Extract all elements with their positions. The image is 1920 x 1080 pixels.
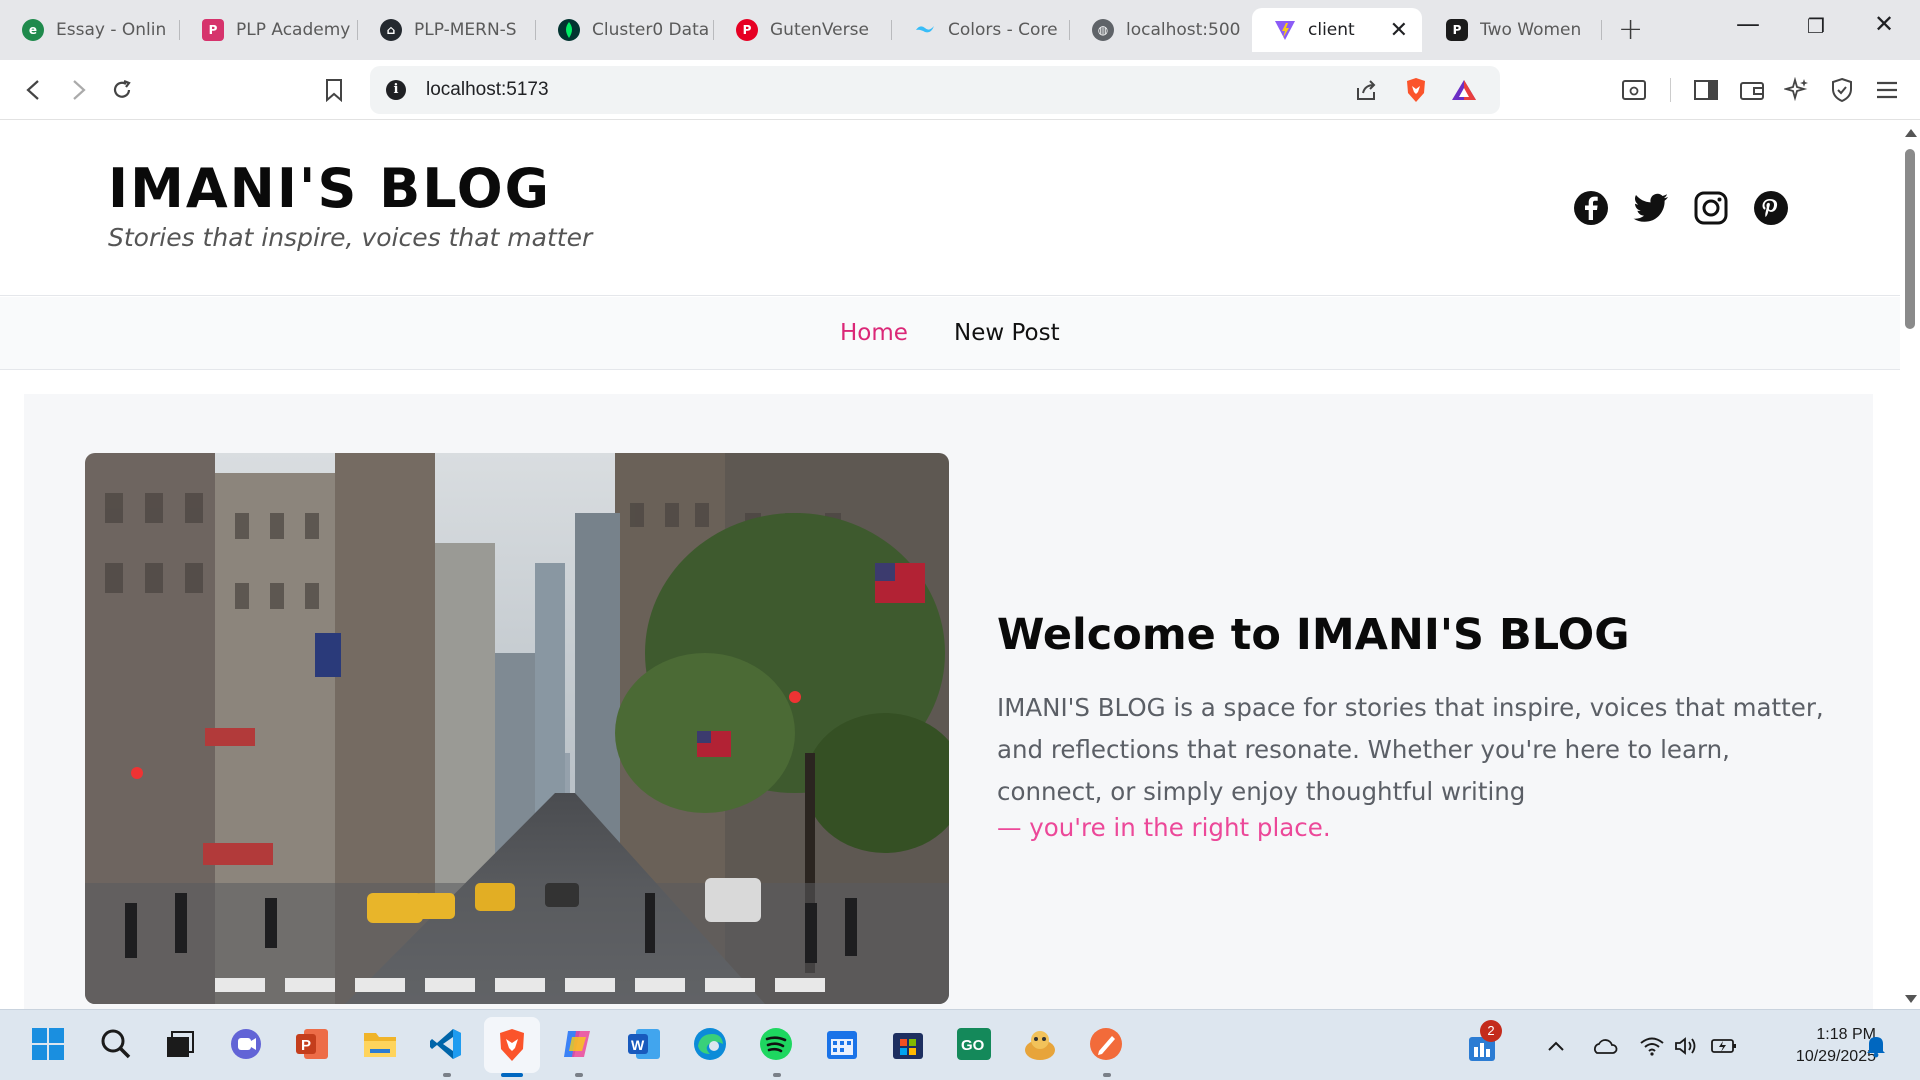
site-tagline: Stories that inspire, voices that matter [108,223,593,252]
nav-new-post[interactable]: New Post [954,320,1060,346]
mongodb-favicon [558,19,580,41]
wallet-icon[interactable] [1736,74,1768,106]
new-tab-button[interactable]: + [1618,12,1643,47]
svg-text:GO: GO [961,1037,985,1054]
menu-icon[interactable] [1871,74,1903,106]
tab-client[interactable]: client ✕ [1252,8,1422,52]
sidebar-icon[interactable] [1690,74,1722,106]
svg-text:P: P [301,1037,311,1054]
tab-colors[interactable]: Colors - Core [892,8,1070,52]
clock-date: 10/29/2025 [1795,1048,1876,1065]
word-icon[interactable]: W [624,1024,664,1064]
tab-strip: e Essay - Onlin P PLP Academy ⌂ PLP-MERN… [0,0,1920,60]
powerpoint-icon[interactable]: P [292,1024,332,1064]
tab-gutenverse[interactable]: P GutenVerse [714,8,892,52]
spotify-running-indicator [773,1073,781,1077]
tab-mongodb[interactable]: Cluster0 Data [536,8,714,52]
app-figure-icon[interactable] [1020,1024,1060,1064]
forward-icon[interactable] [62,74,94,106]
close-window-icon[interactable]: ✕ [1864,10,1904,38]
site-header: IMANI'S BLOG Stories that inspire, voice… [0,121,1900,296]
city-street-photo [85,453,949,1004]
facebook-icon[interactable] [1572,189,1610,227]
tailwind-favicon [914,19,936,41]
onedrive-icon[interactable] [1590,1032,1618,1060]
twitter-icon[interactable] [1632,189,1670,227]
task-view-icon[interactable] [160,1024,200,1064]
scroll-down-arrow-icon[interactable] [1905,995,1917,1003]
instagram-icon[interactable] [1692,189,1730,227]
close-tab-icon[interactable]: ✕ [1390,18,1408,43]
brave-rewards-icon[interactable] [1448,74,1480,106]
calendar-icon[interactable] [822,1024,862,1064]
search-icon[interactable] [96,1024,136,1064]
scroll-up-arrow-icon[interactable] [1905,129,1917,137]
app-orange-icon[interactable] [1086,1024,1126,1064]
tab-github[interactable]: ⌂ PLP-MERN-S [358,8,536,52]
tab-essay[interactable]: e Essay - Onlin [0,8,180,52]
pexels-favicon: P [1446,19,1468,41]
plp-favicon: P [202,19,224,41]
globe-favicon: ◍ [1092,19,1114,41]
site-info-icon[interactable]: i [386,80,406,100]
hero-title: Welcome to IMANI'S BLOG [997,610,1630,660]
leo-ai-icon[interactable] [1781,74,1813,106]
tab-localhost-500[interactable]: ◍ localhost:500 [1070,8,1248,52]
brave-taskbar-icon[interactable] [484,1017,540,1073]
wifi-icon[interactable] [1638,1032,1666,1060]
battery-icon[interactable] [1710,1032,1738,1060]
vite-favicon [1274,19,1296,41]
github-favicon: ⌂ [380,19,402,41]
nav-home[interactable]: Home [840,320,908,346]
back-icon[interactable] [18,74,50,106]
hero-section: Welcome to IMANI'S BLOG IMANI'S BLOG is … [24,394,1873,1009]
taskbar: P W GO 2 1:18 PM 10/29/2025 [0,1009,1920,1080]
orange-app-running-indicator [1103,1073,1111,1077]
spotify-icon[interactable] [756,1024,796,1064]
hero-body: IMANI'S BLOG is a space for stories that… [997,693,1824,806]
system-clock[interactable]: 1:18 PM 10/29/2025 [1760,1024,1876,1068]
main-nav: Home New Post [0,297,1900,370]
start-icon[interactable] [28,1024,68,1064]
store-icon[interactable] [888,1024,928,1064]
edge-icon[interactable] [690,1024,730,1064]
vpn-shield-icon[interactable] [1826,74,1858,106]
app-green-icon[interactable]: GO [954,1024,994,1064]
bookmark-icon[interactable] [318,74,350,106]
svg-text:W: W [631,1037,645,1053]
reload-icon[interactable] [106,74,138,106]
address-url[interactable]: localhost:5173 [426,79,549,101]
restore-icon[interactable]: ❐ [1796,14,1836,38]
page-scrollbar[interactable] [1900,121,1920,1009]
teams-icon[interactable] [226,1024,266,1064]
tab-two-women[interactable]: P Two Women [1424,8,1602,52]
pinterest-favicon: P [736,19,758,41]
notification-bell-icon[interactable] [1862,1032,1890,1060]
widgets-badge: 2 [1480,1020,1502,1042]
vscode-icon[interactable] [426,1024,466,1064]
share-icon[interactable] [1350,74,1382,106]
social-links [1572,189,1790,227]
hero-accent: — you're in the right place. [997,813,1331,842]
minimize-icon[interactable]: — [1728,10,1768,38]
file-explorer-icon[interactable] [360,1024,400,1064]
tab-plp[interactable]: P PLP Academy [180,8,358,52]
brave-running-indicator [501,1073,523,1077]
vscode-running-indicator [443,1073,451,1077]
address-bar[interactable]: i localhost:5173 [370,66,1500,114]
toolbar-divider [1670,78,1671,102]
volume-icon[interactable] [1672,1032,1700,1060]
copilot-icon[interactable] [558,1024,598,1064]
copilot-running-indicator [575,1073,583,1077]
site-logo[interactable]: IMANI'S BLOG [108,157,551,220]
pinterest-icon[interactable] [1752,189,1790,227]
reader-mode-icon[interactable] [1618,74,1650,106]
clock-time: 1:18 PM [1816,1026,1876,1043]
scroll-thumb[interactable] [1905,149,1915,329]
brave-shields-icon[interactable] [1400,74,1432,106]
browser-toolbar: i localhost:5173 [0,60,1920,120]
chevron-up-icon[interactable] [1542,1032,1570,1060]
essay-favicon: e [22,19,44,41]
page-viewport: IMANI'S BLOG Stories that inspire, voice… [0,121,1900,1009]
